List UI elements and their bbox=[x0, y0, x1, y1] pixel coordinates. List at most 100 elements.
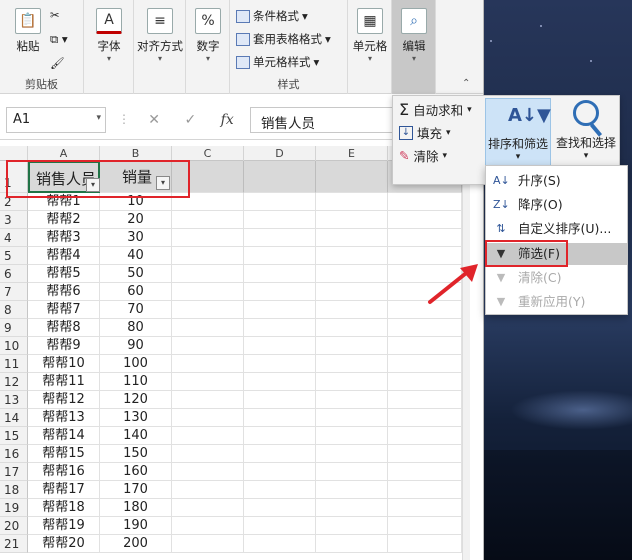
cell-d[interactable] bbox=[244, 193, 316, 211]
cell-b[interactable]: 130 bbox=[100, 409, 172, 427]
cell-e[interactable] bbox=[316, 319, 388, 337]
cell-e[interactable] bbox=[316, 211, 388, 229]
cell-b[interactable]: 150 bbox=[100, 445, 172, 463]
cell-c[interactable] bbox=[172, 445, 244, 463]
cell-b[interactable]: 40 bbox=[100, 247, 172, 265]
cell-c[interactable] bbox=[172, 229, 244, 247]
cell-d[interactable] bbox=[244, 229, 316, 247]
fill-button[interactable]: ↓ 填充 ▾ bbox=[399, 123, 451, 142]
cell-b[interactable]: 60 bbox=[100, 283, 172, 301]
menu-item-sort-descending[interactable]: Z↓ 降序(O) bbox=[486, 194, 627, 216]
cell-e[interactable] bbox=[316, 373, 388, 391]
cell-a[interactable]: 帮帮15 bbox=[28, 445, 100, 463]
cell-b[interactable]: 160 bbox=[100, 463, 172, 481]
cell-e[interactable] bbox=[316, 355, 388, 373]
insert-function-button[interactable]: fx bbox=[221, 112, 234, 128]
header-cell-e[interactable] bbox=[316, 161, 388, 193]
row-header[interactable]: 7 bbox=[0, 283, 28, 301]
cell-d[interactable] bbox=[244, 535, 316, 553]
cell-a[interactable]: 帮帮3 bbox=[28, 229, 100, 247]
cell-a[interactable]: 帮帮20 bbox=[28, 535, 100, 553]
cell-e[interactable] bbox=[316, 517, 388, 535]
name-box[interactable]: A1 ▾ bbox=[6, 107, 106, 133]
row-header[interactable]: 17 bbox=[0, 463, 28, 481]
cell-a[interactable]: 帮帮14 bbox=[28, 427, 100, 445]
cell-b[interactable]: 170 bbox=[100, 481, 172, 499]
row-header[interactable]: 12 bbox=[0, 373, 28, 391]
cell-a[interactable]: 帮帮5 bbox=[28, 265, 100, 283]
cell-e[interactable] bbox=[316, 463, 388, 481]
sort-filter-button[interactable]: A↓▼ 排序和筛选 ▾ bbox=[485, 98, 551, 168]
column-header-a[interactable]: A bbox=[28, 146, 100, 161]
cell-a[interactable]: 帮帮7 bbox=[28, 301, 100, 319]
cell-a[interactable]: 帮帮6 bbox=[28, 283, 100, 301]
cell-c[interactable] bbox=[172, 481, 244, 499]
cell-c[interactable] bbox=[172, 337, 244, 355]
cell-b[interactable]: 120 bbox=[100, 391, 172, 409]
vertical-scrollbar[interactable] bbox=[462, 160, 470, 560]
format-as-table-button[interactable]: 套用表格格式 ▾ bbox=[236, 31, 331, 47]
cell-c[interactable] bbox=[172, 535, 244, 553]
cell-f[interactable] bbox=[388, 499, 462, 517]
cell-f[interactable] bbox=[388, 409, 462, 427]
cell-c[interactable] bbox=[172, 247, 244, 265]
cell-f[interactable] bbox=[388, 373, 462, 391]
cell-c[interactable] bbox=[172, 373, 244, 391]
conditional-format-button[interactable]: 条件格式 ▾ bbox=[236, 8, 308, 24]
cell-f[interactable] bbox=[388, 463, 462, 481]
cell-e[interactable] bbox=[316, 283, 388, 301]
row-header[interactable]: 5 bbox=[0, 247, 28, 265]
cell-d[interactable] bbox=[244, 427, 316, 445]
cell-d[interactable] bbox=[244, 319, 316, 337]
cell-b[interactable]: 190 bbox=[100, 517, 172, 535]
cell-a[interactable]: 帮帮17 bbox=[28, 481, 100, 499]
cell-a[interactable]: 帮帮11 bbox=[28, 373, 100, 391]
cell-b[interactable]: 180 bbox=[100, 499, 172, 517]
cell-d[interactable] bbox=[244, 337, 316, 355]
cell-f[interactable] bbox=[388, 445, 462, 463]
cell-e[interactable] bbox=[316, 481, 388, 499]
cell-b[interactable]: 110 bbox=[100, 373, 172, 391]
format-painter-icon[interactable]: 🖌 bbox=[50, 56, 65, 70]
cell-b[interactable]: 20 bbox=[100, 211, 172, 229]
cell-c[interactable] bbox=[172, 301, 244, 319]
cell-f[interactable] bbox=[388, 193, 462, 211]
cell-e[interactable] bbox=[316, 427, 388, 445]
row-header[interactable]: 15 bbox=[0, 427, 28, 445]
row-header[interactable]: 18 bbox=[0, 481, 28, 499]
row-header[interactable]: 9 bbox=[0, 319, 28, 337]
cell-d[interactable] bbox=[244, 301, 316, 319]
menu-item-sort-ascending[interactable]: A↓ 升序(S) bbox=[486, 170, 627, 192]
cell-e[interactable] bbox=[316, 193, 388, 211]
cell-f[interactable] bbox=[388, 229, 462, 247]
cell-c[interactable] bbox=[172, 319, 244, 337]
cell-d[interactable] bbox=[244, 445, 316, 463]
cells-button[interactable]: ▦ 单元格 ▾ bbox=[350, 8, 390, 64]
cell-d[interactable] bbox=[244, 517, 316, 535]
cell-f[interactable] bbox=[388, 319, 462, 337]
cell-c[interactable] bbox=[172, 283, 244, 301]
confirm-icon[interactable]: ✓ bbox=[184, 112, 196, 128]
cell-a[interactable]: 帮帮16 bbox=[28, 463, 100, 481]
cell-c[interactable] bbox=[172, 463, 244, 481]
font-button[interactable]: A 字体 ▾ bbox=[92, 8, 126, 64]
menu-item-custom-sort[interactable]: ⇅ 自定义排序(U)... bbox=[486, 218, 627, 240]
cell-a[interactable]: 帮帮9 bbox=[28, 337, 100, 355]
row-header[interactable]: 10 bbox=[0, 337, 28, 355]
cell-e[interactable] bbox=[316, 535, 388, 553]
cell-d[interactable] bbox=[244, 409, 316, 427]
cell-c[interactable] bbox=[172, 499, 244, 517]
cell-d[interactable] bbox=[244, 283, 316, 301]
cell-b[interactable]: 140 bbox=[100, 427, 172, 445]
cell-b[interactable]: 90 bbox=[100, 337, 172, 355]
cell-e[interactable] bbox=[316, 337, 388, 355]
cell-a[interactable]: 帮帮13 bbox=[28, 409, 100, 427]
cell-c[interactable] bbox=[172, 265, 244, 283]
cell-d[interactable] bbox=[244, 481, 316, 499]
cell-b[interactable]: 30 bbox=[100, 229, 172, 247]
cell-a[interactable]: 帮帮19 bbox=[28, 517, 100, 535]
cell-c[interactable] bbox=[172, 409, 244, 427]
cell-b[interactable]: 200 bbox=[100, 535, 172, 553]
cell-b[interactable]: 70 bbox=[100, 301, 172, 319]
cell-e[interactable] bbox=[316, 229, 388, 247]
